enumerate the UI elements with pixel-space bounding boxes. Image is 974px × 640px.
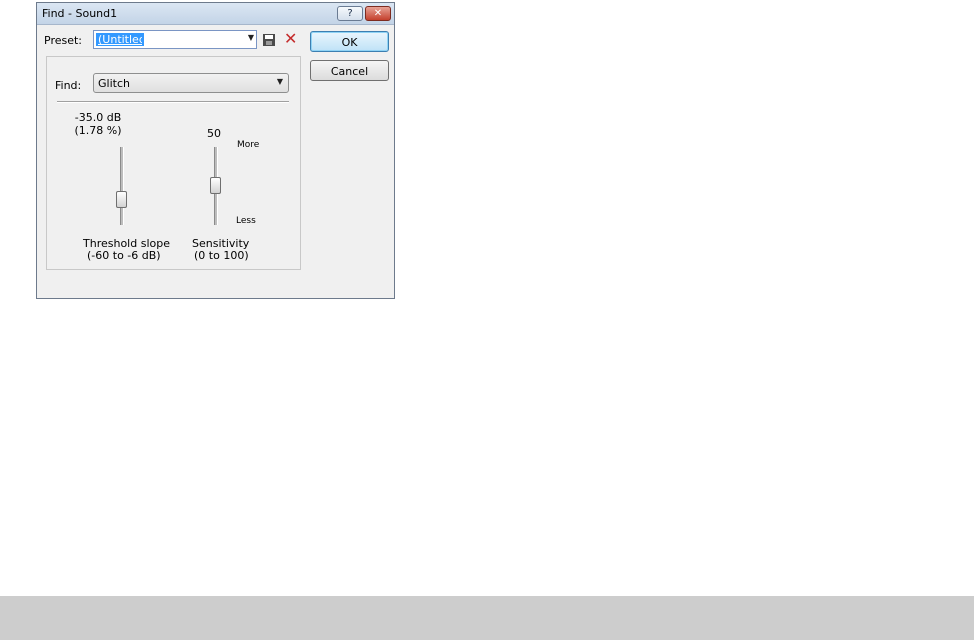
taskbar-strip — [0, 596, 974, 640]
separator — [57, 101, 289, 103]
help-button[interactable]: ? — [337, 6, 363, 21]
threshold-value-pct: (1.78 %) — [74, 124, 122, 137]
more-label: More — [237, 140, 260, 150]
window-title: Find - Sound1 — [42, 7, 118, 20]
delete-icon[interactable]: ✕ — [284, 31, 297, 47]
cancel-button[interactable]: Cancel — [310, 60, 389, 81]
preset-label: Preset: — [44, 34, 83, 47]
preset-combo[interactable]: ▼ — [93, 30, 257, 49]
threshold-slider-track[interactable] — [120, 147, 124, 225]
preset-input[interactable] — [96, 33, 144, 46]
threshold-value-db: -35.0 dB — [74, 111, 122, 124]
close-button[interactable]: ✕ — [365, 6, 391, 21]
title-bar[interactable]: Find - Sound1 ? ✕ — [37, 3, 394, 25]
less-label: Less — [236, 216, 256, 226]
find-settings-group: Find: Glitch ▼ -35.0 dB (1.78 %) 50 More… — [46, 56, 301, 270]
find-dialog: Find - Sound1 ? ✕ Preset: ▼ ✕ OK Cancel … — [36, 2, 395, 299]
chevron-down-icon: ▼ — [276, 77, 283, 86]
find-label: Find: — [55, 79, 82, 92]
sensitivity-range: (0 to 100) — [194, 249, 249, 262]
ok-button[interactable]: OK — [310, 31, 389, 52]
threshold-slider-thumb[interactable] — [116, 191, 127, 208]
find-select[interactable]: Glitch ▼ — [93, 73, 289, 93]
threshold-range: (-60 to -6 dB) — [87, 249, 161, 262]
save-icon[interactable] — [262, 33, 276, 47]
sensitivity-slider-thumb[interactable] — [210, 177, 221, 194]
chevron-down-icon[interactable]: ▼ — [248, 33, 254, 42]
find-select-value: Glitch — [98, 77, 130, 90]
sensitivity-value: 50 — [207, 127, 221, 140]
